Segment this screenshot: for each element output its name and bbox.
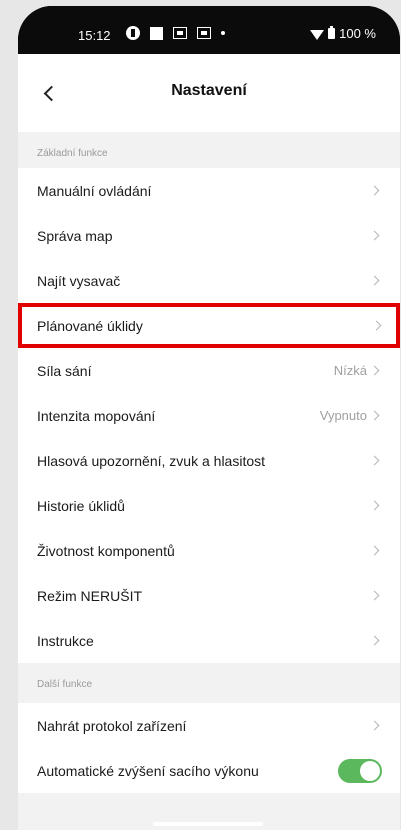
- settings-row[interactable]: Životnost komponentů: [18, 528, 400, 573]
- section-label: Základní funkce: [18, 132, 400, 168]
- page-title: Nastavení: [171, 82, 247, 99]
- chevron-right-icon: [369, 545, 380, 556]
- settings-row[interactable]: Nahrát protokol zařízení: [18, 703, 400, 748]
- screen-notification-icon: [173, 27, 187, 39]
- header: Nastavení: [18, 54, 400, 132]
- chevron-right-icon: [369, 230, 380, 241]
- settings-row[interactable]: Správa map: [18, 213, 400, 258]
- square-notification-icon: [150, 26, 163, 40]
- settings-screen: Nastavení Základní funkce Manuální ovládá…: [18, 54, 400, 830]
- settings-row-label: Správa map: [37, 227, 113, 244]
- battery-icon: [328, 26, 336, 39]
- section-label: Další funkce: [18, 663, 400, 703]
- notification-icons: [126, 26, 225, 40]
- status-right: 100 %: [310, 26, 376, 41]
- chevron-right-icon: [369, 410, 380, 421]
- toggle-switch[interactable]: [338, 758, 382, 783]
- app-notification-icon: [126, 26, 140, 40]
- settings-row-label: Hlasová upozornění, zvuk a hlasitost: [37, 452, 266, 469]
- settings-row[interactable]: Instrukce: [18, 618, 400, 663]
- chevron-right-icon: [369, 720, 380, 731]
- settings-row[interactable]: Automatické zvýšení sacího výkonu: [18, 748, 400, 793]
- status-bar: 15:12 100 %: [18, 6, 400, 54]
- home-indicator[interactable]: [153, 822, 263, 826]
- settings-row[interactable]: Plánované úklidy: [18, 303, 400, 348]
- chevron-right-icon: [369, 275, 380, 286]
- chevron-right-icon: [369, 365, 380, 376]
- settings-row-label: Režim NERUŠIT: [37, 587, 143, 604]
- chevron-right-icon: [369, 185, 380, 196]
- settings-row-label: Síla sání: [37, 362, 92, 379]
- section-list: Manuální ovládání Správa map Najít vysavač…: [18, 168, 400, 663]
- settings-row-label: Automatické zvýšení sacího výkonu: [37, 762, 259, 779]
- settings-row-label: Instrukce: [37, 632, 94, 649]
- settings-row[interactable]: Režim NERUŠIT: [18, 573, 400, 618]
- screen2-notification-icon: [197, 27, 211, 39]
- chevron-right-icon: [369, 500, 380, 511]
- settings-row[interactable]: Najít vysavač: [18, 258, 400, 303]
- settings-row[interactable]: Hlasová upozornění, zvuk a hlasitost: [18, 438, 400, 483]
- wifi-icon: [310, 29, 325, 40]
- chevron-right-icon: [369, 590, 380, 601]
- settings-row-label: Životnost komponentů: [37, 542, 175, 559]
- chevron-right-icon: [371, 320, 382, 331]
- settings-row-label: Najít vysavač: [37, 272, 121, 289]
- settings-list: Základní funkce Manuální ovládání Správa m…: [18, 132, 400, 793]
- settings-row-label: Manuální ovládání: [37, 182, 152, 199]
- settings-row-label: Plánované úklidy: [37, 317, 143, 334]
- chevron-right-icon: [369, 455, 380, 466]
- settings-row-label: Intenzita mopování: [37, 407, 156, 424]
- battery-percent: 100 %: [339, 26, 376, 41]
- settings-row-label: Nahrát protokol zařízení: [37, 717, 187, 734]
- settings-row-value: Nízká: [333, 363, 367, 378]
- more-notifications-icon: [221, 31, 225, 35]
- settings-row-label: Historie úklidů: [37, 497, 125, 514]
- phone-frame: 15:12 100 % Nastavení Základní funkce Man…: [18, 6, 400, 830]
- settings-row[interactable]: Intenzita mopování Vypnuto: [18, 393, 400, 438]
- chevron-right-icon: [369, 635, 380, 646]
- settings-row[interactable]: Síla sání Nízká: [18, 348, 400, 393]
- settings-row[interactable]: Historie úklidů: [18, 483, 400, 528]
- settings-row-value: Vypnuto: [319, 408, 367, 423]
- settings-row[interactable]: Manuální ovládání: [18, 168, 400, 213]
- status-time: 15:12: [78, 28, 111, 43]
- section-list: Nahrát protokol zařízení Automatické zvýš…: [18, 703, 400, 793]
